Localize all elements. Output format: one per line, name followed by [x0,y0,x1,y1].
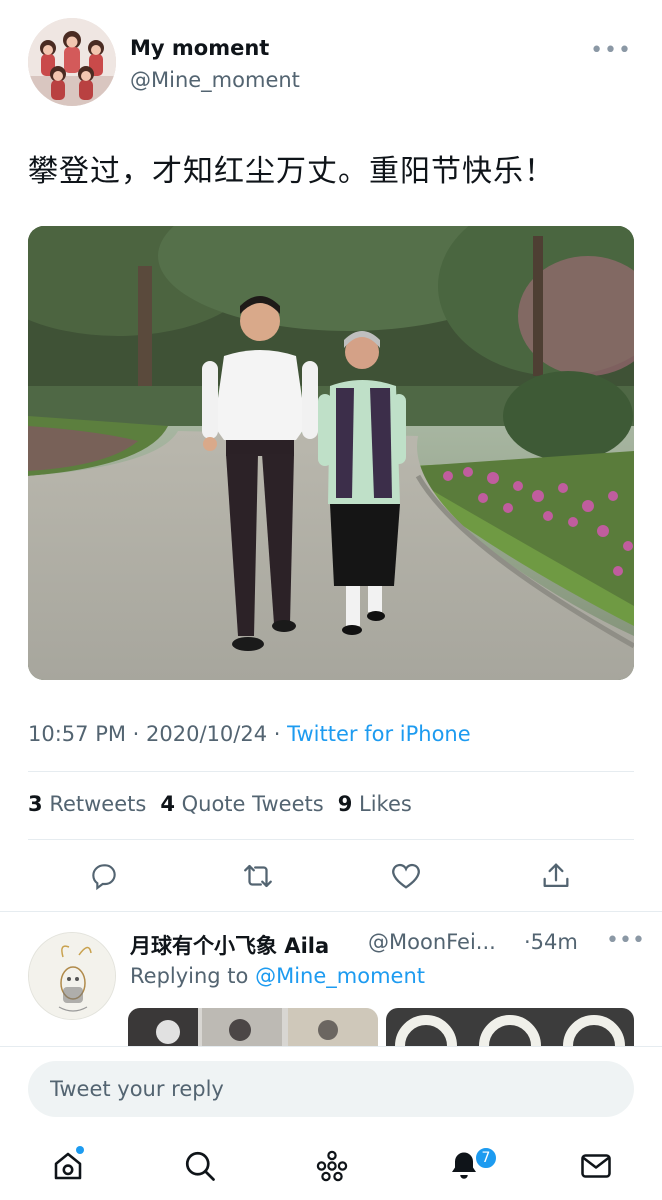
replying-mention-link[interactable]: @Mine_moment [255,964,425,988]
notification-badge: 7 [474,1146,498,1170]
likes-count: 9 [337,792,353,816]
reply-input[interactable] [28,1061,634,1117]
tweet-time: 10:57 PM [28,722,126,746]
reply-media-1[interactable] [128,1008,378,1046]
bottom-navigation: 7 [0,1132,662,1200]
heart-icon[interactable] [382,852,430,900]
retweets-label: Retweets [49,792,147,816]
retweets-stat[interactable]: 3 Retweets [28,792,146,816]
more-horizontal-icon[interactable]: ••• [590,38,632,63]
meta-separator: · [132,722,140,746]
quotes-label: Quote Tweets [181,792,324,816]
tweet-photo[interactable] [28,226,634,680]
photo-illustration [28,226,634,680]
spaces-icon[interactable] [304,1140,360,1192]
more-horizontal-icon[interactable]: ••• [606,928,645,953]
reply-avatar-illustration [29,933,115,1019]
divider [28,839,634,840]
share-icon[interactable] [532,852,580,900]
reply-author-name[interactable]: 月球有个小飞象 Aila [130,930,329,960]
author-avatar[interactable] [28,18,116,106]
likes-label: Likes [359,792,412,816]
author-name[interactable]: My moment [130,36,269,60]
tweet-actions [28,852,634,900]
reply-icon[interactable] [80,852,128,900]
reply-composer [0,1046,662,1132]
retweet-icon[interactable] [234,852,282,900]
tweet-meta: 10:57 PM · 2020/10/24 · Twitter for iPho… [28,722,471,746]
retweets-count: 3 [28,792,43,816]
reply-media-1-image [128,1008,378,1046]
quotes-stat[interactable]: 4 Quote Tweets [160,792,323,816]
search-icon[interactable] [172,1140,228,1192]
home-unread-dot [76,1146,84,1154]
tweet-header: My moment @Mine_moment ••• [28,18,638,108]
tweet-stats: 3 Retweets 4 Quote Tweets 9 Likes [28,792,412,816]
mail-icon[interactable] [568,1140,624,1192]
reply-tweet[interactable]: 月球有个小飞象 Aila @MoonFei... ·54m ••• Replyi… [0,912,662,1046]
replying-prefix: Replying to [130,964,249,988]
quotes-count: 4 [160,792,175,816]
tweet-text: 攀登过，才知红尘万丈。重阳节快乐！ [28,154,555,189]
home-icon[interactable] [40,1140,96,1192]
reply-author-handle[interactable]: @MoonFei... [368,930,496,954]
reply-time: ·54m [524,930,578,954]
divider [28,771,634,772]
reply-media-2[interactable] [386,1008,634,1046]
meta-separator: · [273,722,281,746]
avatar-illustration [28,18,116,106]
replying-to: Replying to @Mine_moment [130,964,425,988]
likes-stat[interactable]: 9 Likes [338,792,412,816]
reply-avatar[interactable] [28,932,116,1020]
tweet-date: 2020/10/24 [146,722,268,746]
reply-media-2-image [386,1008,634,1046]
author-handle[interactable]: @Mine_moment [130,68,300,92]
tweet-source-link[interactable]: Twitter for iPhone [287,722,471,746]
